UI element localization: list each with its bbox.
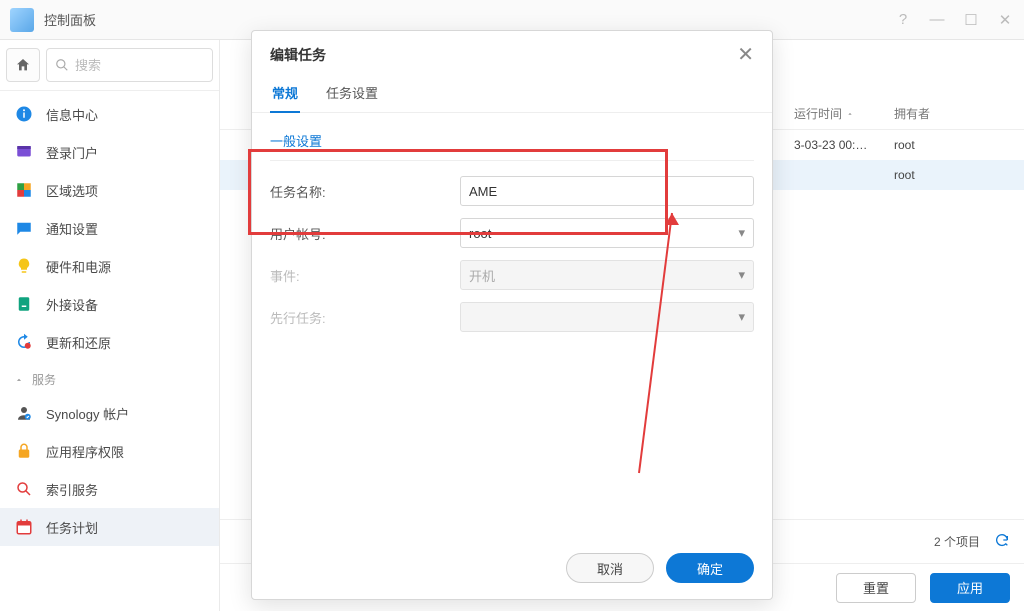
sidebar-group-services[interactable]: 服务: [0, 361, 219, 394]
search-icon: [55, 58, 69, 72]
home-button[interactable]: [6, 48, 40, 82]
chevron-up-icon: [14, 375, 24, 385]
ok-button[interactable]: 确定: [666, 553, 754, 583]
external-icon: [14, 294, 34, 314]
tab-general[interactable]: 常规: [270, 75, 300, 112]
modal-close-button[interactable]: ✕: [737, 45, 754, 65]
sidebar-item-label: 信息中心: [46, 105, 98, 124]
search-box[interactable]: [46, 48, 213, 82]
label-task-name: 任务名称:: [270, 182, 460, 201]
sidebar-item-region[interactable]: 区域选项: [0, 171, 219, 209]
sort-icon: [846, 110, 854, 118]
sidebar-item-index[interactable]: 索引服务: [0, 470, 219, 508]
input-task-name[interactable]: [460, 176, 754, 206]
sidebar-item-label: 外接设备: [46, 295, 98, 314]
bulb-icon: [14, 256, 34, 276]
portal-icon: [14, 142, 34, 162]
sidebar-item-perm[interactable]: 应用程序权限: [0, 432, 219, 470]
sidebar-item-label: 登录门户: [46, 143, 98, 162]
chevron-down-icon: ▾: [738, 267, 745, 283]
restore-icon: [14, 332, 34, 352]
sidebar-item-notify[interactable]: 通知设置: [0, 209, 219, 247]
cancel-button[interactable]: 取消: [566, 553, 654, 583]
sidebar-item-label: 通知设置: [46, 219, 98, 238]
sidebar-item-label: 区域选项: [46, 181, 98, 200]
sidebar: 信息中心 登录门户 区域选项 通知设置 硬件和电源 外接设备: [0, 91, 219, 611]
sidebar-item-power[interactable]: 硬件和电源: [0, 247, 219, 285]
item-count: 2 个项目: [934, 533, 980, 550]
lock-icon: [14, 441, 34, 461]
index-icon: [14, 479, 34, 499]
select-event: 开机 ▾: [460, 260, 754, 290]
sidebar-item-label: 应用程序权限: [46, 442, 124, 461]
chevron-down-icon: ▾: [738, 309, 745, 325]
sidebar-item-info[interactable]: 信息中心: [0, 95, 219, 133]
select-pre-task: ▾: [460, 302, 754, 332]
account-icon: [14, 403, 34, 423]
reset-button[interactable]: 重置: [836, 573, 916, 603]
sidebar-item-task[interactable]: 任务计划: [0, 508, 219, 546]
modal-tabs: 常规 任务设置: [252, 75, 772, 113]
label-pre-task: 先行任务:: [270, 308, 460, 327]
sidebar-item-label: 索引服务: [46, 480, 98, 499]
label-user: 用户帐号:: [270, 224, 460, 243]
notify-icon: [14, 218, 34, 238]
modal-footer: 取消 确定: [252, 541, 772, 599]
apply-button[interactable]: 应用: [930, 573, 1010, 603]
col-owner[interactable]: 拥有者: [894, 105, 1010, 122]
sidebar-item-portal[interactable]: 登录门户: [0, 133, 219, 171]
calendar-icon: [14, 517, 34, 537]
app-icon: [10, 8, 34, 32]
sidebar-item-label: Synology 帐户: [46, 404, 129, 423]
sidebar-group-label: 服务: [32, 371, 56, 388]
sidebar-item-account[interactable]: Synology 帐户: [0, 394, 219, 432]
close-icon[interactable]: ✕: [996, 11, 1014, 29]
sidebar-item-label: 更新和还原: [46, 333, 111, 352]
help-icon[interactable]: ?: [894, 11, 912, 29]
sidebar-item-label: 硬件和电源: [46, 257, 111, 276]
modal-body: 一般设置 任务名称: 用户帐号: root ▾ 事件: 开机: [252, 113, 772, 541]
left-panel: 信息中心 登录门户 区域选项 通知设置 硬件和电源 外接设备: [0, 40, 220, 611]
window-title: 控制面板: [44, 10, 894, 29]
search-input[interactable]: [75, 58, 204, 73]
sidebar-item-restore[interactable]: 更新和还原: [0, 323, 219, 361]
chevron-down-icon: ▾: [738, 225, 745, 241]
modal-title: 编辑任务: [270, 45, 326, 65]
sidebar-item-external[interactable]: 外接设备: [0, 285, 219, 323]
sidebar-item-label: 任务计划: [46, 518, 98, 537]
refresh-icon: [994, 532, 1010, 548]
home-icon: [15, 57, 31, 73]
maximize-icon[interactable]: ☐: [962, 11, 980, 29]
minimize-icon[interactable]: —: [928, 11, 946, 29]
select-user[interactable]: root ▾: [460, 218, 754, 248]
window-controls: ? — ☐ ✕: [894, 11, 1014, 29]
info-icon: [14, 104, 34, 124]
label-event: 事件:: [270, 266, 460, 285]
section-general: 一般设置: [270, 127, 754, 161]
tab-settings[interactable]: 任务设置: [324, 75, 380, 112]
col-runtime[interactable]: 运行时间: [794, 105, 894, 122]
edit-task-modal: 编辑任务 ✕ 常规 任务设置 一般设置 任务名称: 用户帐号: root ▾: [251, 30, 773, 600]
region-icon: [14, 180, 34, 200]
refresh-button[interactable]: [994, 532, 1010, 551]
